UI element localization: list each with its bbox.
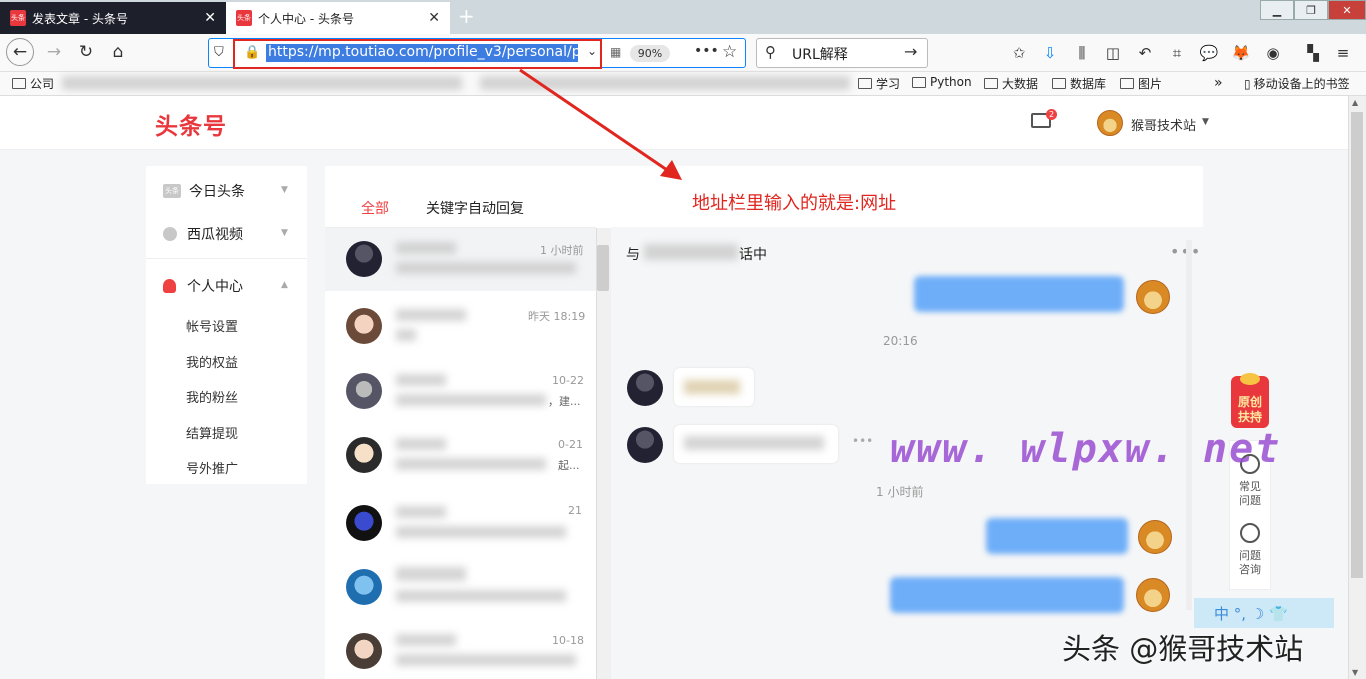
- brand-watermark: 头条 @猴哥技术站: [1062, 632, 1304, 666]
- annotation-arrow: [519, 68, 682, 180]
- ime-toolbar[interactable]: 中 °, ☽ 👕: [1194, 598, 1334, 628]
- website-watermark: www. wlpxw. net: [890, 426, 1282, 472]
- annotation-text: 地址栏里输入的就是:网址: [692, 193, 897, 214]
